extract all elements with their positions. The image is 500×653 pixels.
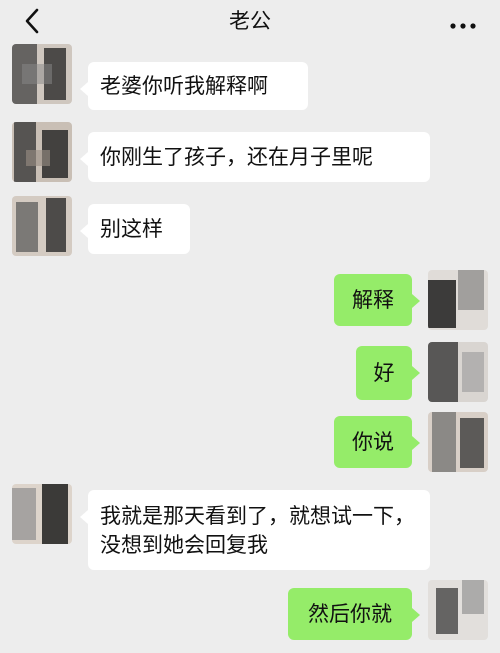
incoming-message[interactable]: 你刚生了孩子，还在月子里呢	[80, 132, 430, 182]
user-avatar[interactable]	[428, 342, 488, 402]
outgoing-message[interactable]: 解释	[334, 274, 420, 326]
contact-avatar[interactable]	[12, 196, 72, 256]
user-avatar[interactable]	[428, 412, 488, 472]
incoming-message[interactable]: 老婆你听我解释啊	[80, 62, 308, 110]
incoming-message[interactable]: 别这样	[80, 204, 190, 254]
more-dots-icon[interactable]	[450, 16, 476, 29]
chat-title: 老公	[229, 9, 271, 33]
outgoing-message[interactable]: 然后你就	[288, 588, 420, 640]
outgoing-message[interactable]: 你说	[334, 416, 420, 468]
user-avatar[interactable]	[428, 270, 488, 330]
contact-avatar[interactable]	[12, 484, 72, 544]
contact-avatar[interactable]	[12, 44, 72, 104]
outgoing-message[interactable]: 好	[356, 346, 420, 400]
user-avatar[interactable]	[428, 580, 488, 640]
incoming-message[interactable]: 我就是那天看到了，就想试一下，没想到她会回复我	[80, 490, 430, 570]
chat-header: 老公	[0, 0, 500, 44]
contact-avatar[interactable]	[12, 122, 72, 182]
